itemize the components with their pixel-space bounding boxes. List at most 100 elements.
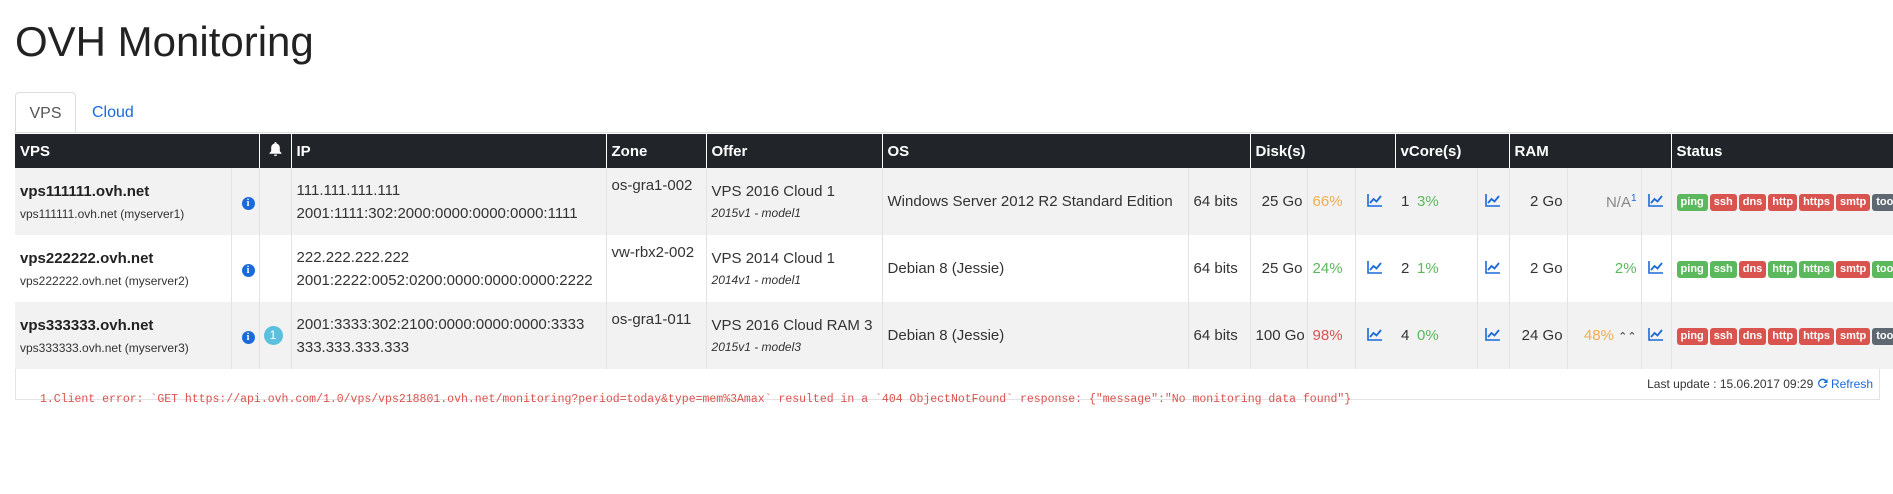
vps-cell: vps222222.ovh.net vps222222.ovh.net (myse… bbox=[15, 235, 231, 302]
alerts-cell bbox=[258, 168, 292, 235]
status-badge-ping[interactable]: ping bbox=[1676, 328, 1708, 345]
info-icon[interactable]: i bbox=[241, 197, 255, 210]
vcore-usage: 0% bbox=[1415, 302, 1478, 369]
info-cell: i bbox=[230, 302, 260, 369]
table-row: vps222222.ovh.net vps222222.ovh.net (myse… bbox=[15, 235, 1893, 302]
disk-size: 25 Go bbox=[1249, 168, 1308, 235]
ip-address: 333.333.333.333 bbox=[296, 338, 410, 356]
disk-size: 25 Go bbox=[1249, 235, 1308, 302]
ram-chart-icon[interactable] bbox=[1640, 168, 1672, 235]
status-badge-dns[interactable]: dns bbox=[1738, 194, 1767, 211]
status-cell: pingsshdnshttphttpssmtptools bbox=[1670, 168, 1893, 235]
status-badge-smtp[interactable]: smtp bbox=[1835, 328, 1871, 345]
alert-count-badge[interactable]: 1 bbox=[263, 326, 283, 345]
vcore-chart-icon[interactable] bbox=[1476, 235, 1510, 302]
status-badge-ping[interactable]: ping bbox=[1676, 261, 1708, 278]
os-bits: 64 bits bbox=[1187, 302, 1251, 369]
vps-cell: vps333333.ovh.net vps333333.ovh.net (myse… bbox=[15, 302, 231, 369]
status-badge-ssh[interactable]: ssh bbox=[1709, 328, 1737, 345]
vps-table-container: VPS IP Zone Offer OS Disk(s) vCore(s) RA… bbox=[15, 134, 1893, 400]
disk-usage: 98% bbox=[1306, 302, 1356, 369]
info-cell: i bbox=[230, 168, 260, 235]
tab-cloud[interactable]: Cloud bbox=[78, 92, 148, 132]
status-cell: pingsshdnshttphttpssmtptools bbox=[1670, 302, 1893, 369]
status-badge-http[interactable]: http bbox=[1768, 328, 1798, 345]
offer-cell: VPS 2016 Cloud RAM 3 2015v1 - model3 bbox=[705, 302, 883, 369]
ip-address: 111.111.111.111 bbox=[296, 181, 401, 199]
status-badge-dns[interactable]: dns bbox=[1738, 328, 1767, 345]
vps-name[interactable]: vps111111.ovh.net bbox=[20, 180, 227, 204]
disk-chart-icon[interactable] bbox=[1354, 235, 1396, 302]
refresh-icon bbox=[1817, 378, 1828, 388]
header-os: OS bbox=[881, 134, 1251, 168]
page-title: OVH Monitoring bbox=[15, 18, 314, 65]
offer-cell: VPS 2014 Cloud 1 2014v1 - model1 bbox=[705, 235, 883, 302]
header-disks: Disk(s) bbox=[1249, 134, 1396, 168]
status-badge-ssh[interactable]: ssh bbox=[1709, 261, 1737, 278]
offer-cell: VPS 2016 Cloud 1 2015v1 - model1 bbox=[705, 168, 883, 235]
ram-size: 24 Go bbox=[1508, 302, 1568, 369]
vcore-chart-icon[interactable] bbox=[1476, 302, 1510, 369]
disk-chart-icon[interactable] bbox=[1354, 168, 1396, 235]
ram-chart-icon[interactable] bbox=[1640, 302, 1672, 369]
os-cell: Debian 8 (Jessie) bbox=[881, 302, 1189, 369]
info-icon[interactable]: i bbox=[241, 264, 255, 277]
ram-size: 2 Go bbox=[1508, 168, 1568, 235]
status-badge-tools[interactable]: tools bbox=[1872, 194, 1893, 211]
disk-chart-icon[interactable] bbox=[1354, 302, 1396, 369]
refresh-button[interactable]: Refresh bbox=[1817, 377, 1873, 391]
offer-name: VPS 2014 Cloud 1 bbox=[711, 249, 835, 267]
vcore-count: 4 bbox=[1395, 302, 1416, 369]
vps-subname: vps333333.ovh.net (myserver3) bbox=[20, 340, 189, 355]
tab-bar: VPS Cloud bbox=[15, 92, 1893, 133]
status-badge-smtp[interactable]: smtp bbox=[1835, 261, 1871, 278]
vcore-count: 1 bbox=[1395, 168, 1416, 235]
status-badge-http[interactable]: http bbox=[1768, 194, 1798, 211]
ram-note[interactable]: 1 bbox=[1631, 193, 1637, 204]
header-ram: RAM bbox=[1508, 134, 1672, 168]
status-badge-tools[interactable]: tools bbox=[1872, 328, 1893, 345]
alerts-cell: 1 bbox=[258, 302, 292, 369]
alerts-cell bbox=[258, 235, 292, 302]
status-badge-https[interactable]: https bbox=[1799, 194, 1834, 211]
ip-cell: 111.111.111.111 2001:1111:302:2000:0000:0… bbox=[290, 168, 607, 235]
os-bits: 64 bits bbox=[1187, 235, 1251, 302]
ip-cell: 2001:3333:302:2100:0000:0000:0000:3333 33… bbox=[290, 302, 607, 369]
status-badge-ssh[interactable]: ssh bbox=[1709, 194, 1737, 211]
ip-cell: 222.222.222.222 2001:2222:0052:0200:0000:… bbox=[290, 235, 607, 302]
ip-address: 2001:2222:0052:0200:0000:0000:0000:2222 bbox=[296, 271, 593, 289]
disk-usage: 66% bbox=[1306, 168, 1356, 235]
vcore-chart-icon[interactable] bbox=[1476, 168, 1510, 235]
table-row: vps111111.ovh.net vps111111.ovh.net (myse… bbox=[15, 168, 1893, 235]
status-badge-http[interactable]: http bbox=[1768, 261, 1798, 278]
status-badge-smtp[interactable]: smtp bbox=[1835, 194, 1871, 211]
vps-name[interactable]: vps333333.ovh.net bbox=[20, 314, 227, 338]
vps-table: VPS IP Zone Offer OS Disk(s) vCore(s) RA… bbox=[15, 134, 1893, 369]
zone-cell: os-gra1-002 bbox=[605, 168, 707, 235]
ram-chart-icon[interactable] bbox=[1640, 235, 1672, 302]
status-badge-https[interactable]: https bbox=[1799, 261, 1834, 278]
vps-cell: vps111111.ovh.net vps111111.ovh.net (myse… bbox=[15, 168, 231, 235]
vps-name[interactable]: vps222222.ovh.net bbox=[20, 247, 227, 271]
ip-address: 222.222.222.222 bbox=[296, 248, 410, 266]
ip-address: 2001:1111:302:2000:0000:0000:0000:1111 bbox=[296, 204, 578, 222]
vps-subname: vps222222.ovh.net (myserver2) bbox=[20, 273, 189, 288]
ram-usage: N/A bbox=[1605, 193, 1631, 211]
ram-trend-icon: ⌃⌃ bbox=[1618, 331, 1637, 343]
offer-name: VPS 2016 Cloud 1 bbox=[711, 182, 835, 200]
ram-usage-cell: 2% bbox=[1566, 235, 1642, 302]
refresh-label: Refresh bbox=[1830, 377, 1873, 391]
tab-vps[interactable]: VPS bbox=[15, 92, 76, 132]
info-icon[interactable]: i bbox=[241, 331, 255, 344]
status-badge-tools[interactable]: tools bbox=[1872, 261, 1893, 278]
vps-subname: vps111111.ovh.net (myserver1) bbox=[20, 206, 185, 221]
status-badge-https[interactable]: https bbox=[1799, 328, 1834, 345]
error-message: 1.Client error: `GET https://api.ovh.com… bbox=[40, 393, 1352, 406]
status-badge-dns[interactable]: dns bbox=[1738, 261, 1767, 278]
header-zone: Zone bbox=[605, 134, 707, 168]
table-row: vps333333.ovh.net vps333333.ovh.net (myse… bbox=[15, 302, 1893, 369]
last-update: Last update : 15.06.2017 09:29 bbox=[1647, 377, 1814, 391]
os-bits: 64 bits bbox=[1187, 168, 1251, 235]
status-cell: pingsshdnshttphttpssmtptools bbox=[1670, 235, 1893, 302]
status-badge-ping[interactable]: ping bbox=[1676, 194, 1708, 211]
